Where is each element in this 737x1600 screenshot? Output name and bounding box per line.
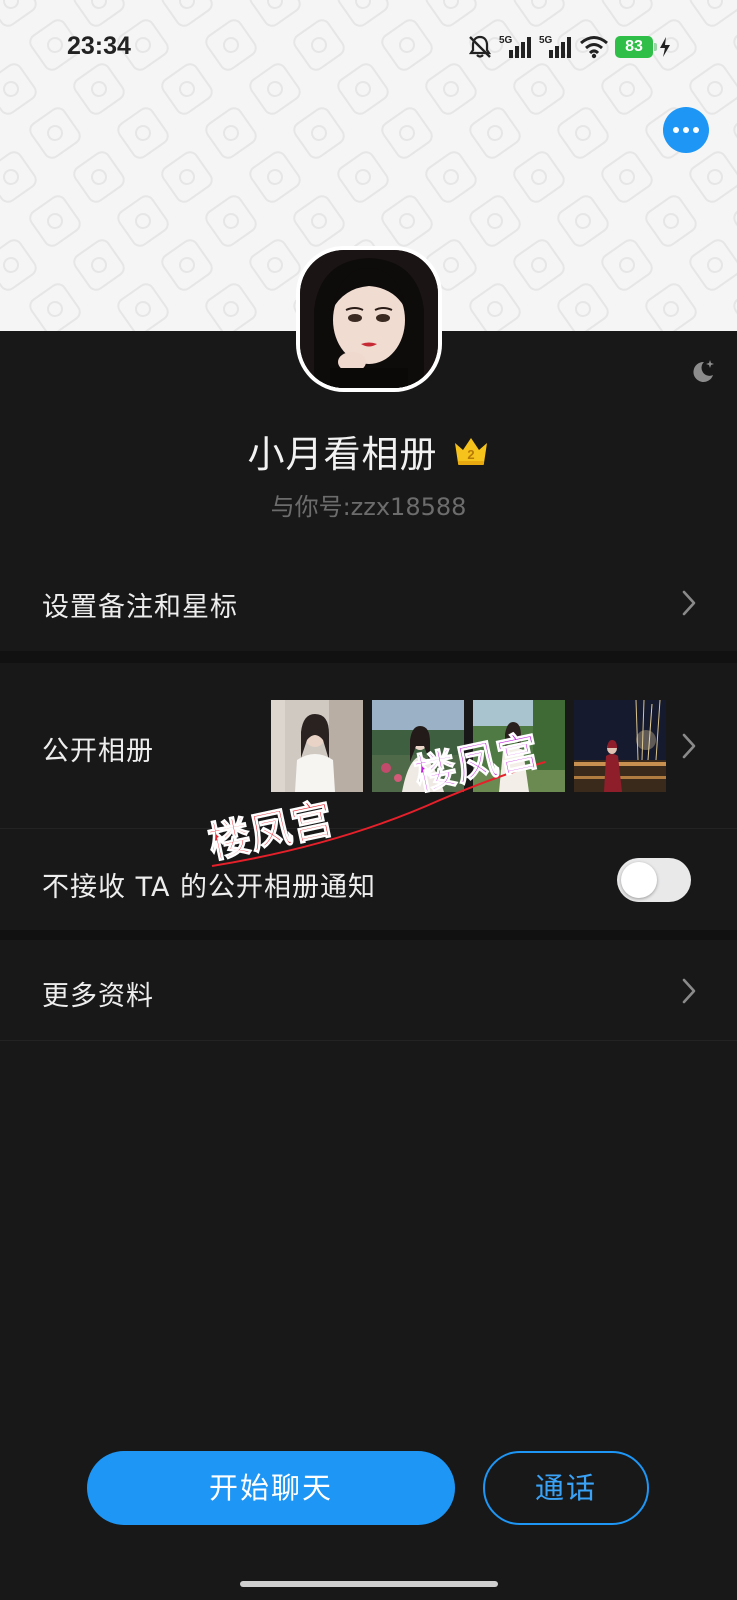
- bell-muted-icon: [467, 34, 493, 60]
- cover-pattern-icon: [69, 235, 129, 295]
- cover-pattern-icon: [729, 279, 737, 331]
- cover-pattern-icon: [509, 147, 569, 207]
- chevron-right-icon: [682, 978, 696, 1004]
- cover-pattern-icon: [377, 191, 437, 251]
- wifi-icon: [579, 35, 609, 59]
- cover-pattern-icon: [685, 235, 737, 295]
- cover-pattern-icon: [157, 147, 217, 207]
- album-photo[interactable]: [574, 700, 666, 792]
- more-dots-icon: [673, 127, 679, 133]
- profile-name-row: 小月看相册 2: [0, 424, 737, 478]
- more-options-button[interactable]: [663, 107, 709, 153]
- cover-pattern-icon: [553, 191, 613, 251]
- album-photo[interactable]: [271, 700, 363, 792]
- more-info-row[interactable]: 更多资料: [0, 940, 737, 1040]
- cover-pattern-icon: [201, 279, 261, 331]
- signal-5g-icon: 5G: [539, 34, 573, 60]
- moon-star-icon[interactable]: [690, 358, 716, 384]
- cover-pattern-icon: [113, 279, 173, 331]
- album-photo[interactable]: [473, 700, 565, 792]
- account-id: 与你号:zzx18588: [270, 493, 467, 521]
- battery-icon: 83: [615, 36, 657, 58]
- status-bar: 23:34 5G 5G 83: [0, 0, 737, 100]
- cover-pattern-icon: [289, 191, 349, 251]
- status-time: 23:34: [67, 32, 131, 60]
- svg-text:5G: 5G: [499, 35, 513, 46]
- cover-pattern-icon: [509, 235, 569, 295]
- cover-pattern-icon: [553, 103, 613, 163]
- cover-pattern-icon: [113, 103, 173, 163]
- row-divider: [0, 1040, 737, 1041]
- album-photo[interactable]: [372, 700, 464, 792]
- profile-name: 小月看相册: [247, 433, 438, 476]
- cover-pattern-icon: [641, 279, 701, 331]
- album-notify-toggle[interactable]: [617, 858, 691, 902]
- cover-pattern-icon: [421, 147, 481, 207]
- cover-pattern-icon: [0, 147, 41, 207]
- album-label: 公开相册: [42, 736, 154, 767]
- section-divider: [0, 930, 737, 940]
- chevron-right-icon: [682, 590, 696, 616]
- cover-pattern-icon: [377, 103, 437, 163]
- album-notify-label: 不接收 TA 的公开相册通知: [42, 872, 377, 903]
- avatar-image: [300, 250, 438, 388]
- cover-pattern-icon: [333, 147, 393, 207]
- cover-pattern-icon: [465, 103, 525, 163]
- cover-pattern-icon: [289, 103, 349, 163]
- cover-pattern-icon: [25, 279, 85, 331]
- cover-pattern-icon: [157, 235, 217, 295]
- cover-pattern-icon: [597, 235, 657, 295]
- start-chat-button[interactable]: 开始聊天: [87, 1451, 455, 1525]
- album-thumbnails: [271, 700, 666, 792]
- cover-pattern-icon: [553, 279, 613, 331]
- cover-pattern-icon: [201, 103, 261, 163]
- section-divider: [0, 651, 737, 663]
- toggle-knob: [621, 862, 657, 898]
- crown-level: 2: [467, 447, 474, 462]
- cover-pattern-icon: [465, 191, 525, 251]
- svg-text:5G: 5G: [539, 35, 553, 46]
- signal-5g-icon: 5G: [499, 34, 533, 60]
- cover-pattern-icon: [729, 191, 737, 251]
- remark-label: 设置备注和星标: [42, 592, 238, 623]
- crown-icon: 2: [454, 438, 487, 465]
- cover-pattern-icon: [245, 235, 305, 295]
- cover-pattern-icon: [25, 103, 85, 163]
- cover-pattern-icon: [25, 191, 85, 251]
- home-indicator[interactable]: [240, 1581, 498, 1587]
- call-button[interactable]: 通话: [483, 1451, 649, 1525]
- remark-row[interactable]: 设置备注和星标: [0, 555, 737, 651]
- profile-page: 23:34 5G 5G 83 小月看相册 2 与你号:zzx18588 设置备注…: [0, 0, 737, 1600]
- more-info-label: 更多资料: [42, 981, 154, 1012]
- cover-pattern-icon: [465, 279, 525, 331]
- cover-pattern-icon: [685, 147, 737, 207]
- cover-pattern-icon: [729, 103, 737, 163]
- avatar[interactable]: [296, 246, 442, 392]
- chevron-right-icon: [682, 733, 696, 759]
- cover-pattern-icon: [597, 147, 657, 207]
- cover-pattern-icon: [113, 191, 173, 251]
- cover-pattern-icon: [245, 147, 305, 207]
- cover-pattern-icon: [69, 147, 129, 207]
- cover-pattern-icon: [0, 235, 41, 295]
- status-icons: 5G 5G 83: [467, 34, 671, 60]
- cover-pattern-icon: [201, 191, 261, 251]
- charging-icon: [659, 36, 671, 58]
- cover-pattern-icon: [641, 191, 701, 251]
